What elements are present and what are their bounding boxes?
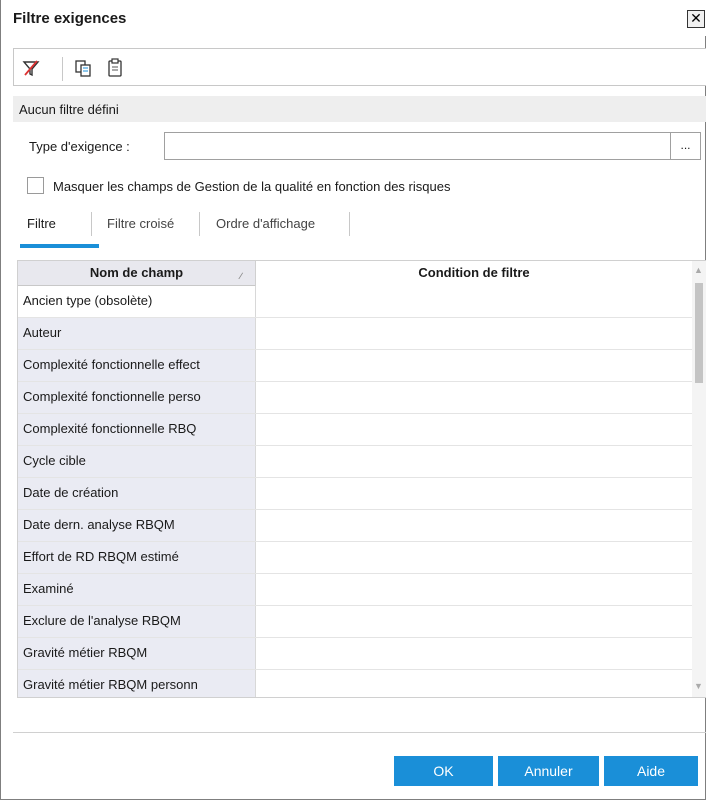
tab-divider: [91, 212, 92, 236]
filter-grid: Nom de champ ∕ Condition de filtre Ancie…: [17, 260, 706, 698]
ok-button[interactable]: OK: [394, 756, 493, 786]
requirement-type-field[interactable]: [164, 132, 671, 160]
field-name-cell[interactable]: Cycle cible: [18, 446, 256, 477]
field-name-cell[interactable]: Complexité fonctionnelle perso: [18, 382, 256, 413]
filter-condition-cell[interactable]: [256, 574, 692, 605]
table-row[interactable]: Date de création: [18, 478, 692, 510]
filter-condition-cell[interactable]: [256, 510, 692, 541]
close-button[interactable]: ✕: [687, 10, 705, 28]
tab-cross-filter[interactable]: Filtre croisé: [107, 216, 174, 231]
grid-rows: Ancien type (obsolète) Auteur Complexité f…: [18, 286, 692, 697]
table-row[interactable]: Effort de RD RBQM estimé: [18, 542, 692, 574]
table-row[interactable]: Date dern. analyse RBQM: [18, 510, 692, 542]
field-name-cell[interactable]: Exclure de l'analyse RBQM: [18, 606, 256, 637]
filter-status-text: Aucun filtre défini: [19, 102, 119, 117]
paste-icon[interactable]: [104, 57, 126, 79]
grid-header: Nom de champ ∕ Condition de filtre: [18, 261, 692, 286]
filter-status-bar: Aucun filtre défini: [13, 96, 706, 122]
footer-divider: [13, 732, 706, 733]
field-name-cell[interactable]: Gravité métier RBQM: [18, 638, 256, 669]
cancel-button[interactable]: Annuler: [498, 756, 599, 786]
requirement-type-label: Type d'exigence :: [29, 139, 130, 154]
field-name-cell[interactable]: Ancien type (obsolète): [18, 286, 256, 317]
filter-condition-cell[interactable]: [256, 350, 692, 381]
toolbar-separator: [62, 57, 63, 81]
tab-divider: [349, 212, 350, 236]
field-name-cell[interactable]: Effort de RD RBQM estimé: [18, 542, 256, 573]
tab-display-order[interactable]: Ordre d'affichage: [216, 216, 315, 231]
active-tab-indicator: [20, 244, 99, 248]
filter-condition-cell[interactable]: [256, 286, 692, 317]
field-name-cell[interactable]: Examiné: [18, 574, 256, 605]
filter-condition-cell[interactable]: [256, 478, 692, 509]
field-name-cell[interactable]: Auteur: [18, 318, 256, 349]
title-bar: Filtre exigences ✕: [1, 0, 706, 36]
scroll-down-icon[interactable]: ▼: [694, 681, 703, 691]
filter-condition-cell[interactable]: [256, 606, 692, 637]
help-button[interactable]: Aide: [604, 756, 698, 786]
copy-icon[interactable]: [72, 57, 94, 79]
field-name-cell[interactable]: Complexité fonctionnelle effect: [18, 350, 256, 381]
toolbar: [13, 48, 706, 86]
table-row[interactable]: Complexité fonctionnelle perso: [18, 382, 692, 414]
table-row[interactable]: Cycle cible: [18, 446, 692, 478]
field-name-cell[interactable]: Gravité métier RBQM personn: [18, 670, 256, 697]
scrollbar-thumb[interactable]: [695, 283, 703, 383]
table-row[interactable]: Auteur: [18, 318, 692, 350]
field-name-cell[interactable]: Complexité fonctionnelle RBQ: [18, 414, 256, 445]
column-header-field-name[interactable]: Nom de champ ∕: [18, 261, 256, 286]
table-row[interactable]: Examiné: [18, 574, 692, 606]
table-row[interactable]: Complexité fonctionnelle RBQ: [18, 414, 692, 446]
filter-condition-cell[interactable]: [256, 414, 692, 445]
filter-condition-cell[interactable]: [256, 382, 692, 413]
field-name-cell[interactable]: Date dern. analyse RBQM: [18, 510, 256, 541]
column-header-filter-condition[interactable]: Condition de filtre: [256, 261, 692, 286]
filter-dialog: Filtre exigences ✕ Aucun filtre défini T…: [0, 0, 706, 800]
hide-risk-fields-label: Masquer les champs de Gestion de la qual…: [53, 179, 451, 194]
table-row[interactable]: Exclure de l'analyse RBQM: [18, 606, 692, 638]
tab-strip: Filtre Filtre croisé Ordre d'affichage: [13, 206, 706, 252]
requirement-type-browse-button[interactable]: ...: [671, 132, 701, 160]
field-name-cell[interactable]: Date de création: [18, 478, 256, 509]
filter-condition-cell[interactable]: [256, 542, 692, 573]
dialog-title: Filtre exigences: [13, 10, 127, 27]
clear-filter-icon[interactable]: [20, 57, 42, 79]
filter-condition-cell[interactable]: [256, 670, 692, 697]
tab-filter[interactable]: Filtre: [27, 216, 56, 231]
filter-condition-cell[interactable]: [256, 446, 692, 477]
close-icon: ✕: [690, 10, 702, 26]
hide-risk-fields-checkbox[interactable]: [27, 177, 44, 194]
scroll-up-icon[interactable]: ▲: [694, 265, 703, 275]
filter-condition-cell[interactable]: [256, 318, 692, 349]
sort-indicator-icon: ∕: [240, 271, 242, 281]
grid-vertical-scrollbar[interactable]: ▲ ▼: [692, 261, 706, 697]
table-row[interactable]: Gravité métier RBQM: [18, 638, 692, 670]
filter-condition-cell[interactable]: [256, 638, 692, 669]
tab-divider: [199, 212, 200, 236]
table-row[interactable]: Complexité fonctionnelle effect: [18, 350, 692, 382]
table-row[interactable]: Ancien type (obsolète): [18, 286, 692, 318]
table-row[interactable]: Gravité métier RBQM personn: [18, 670, 692, 697]
